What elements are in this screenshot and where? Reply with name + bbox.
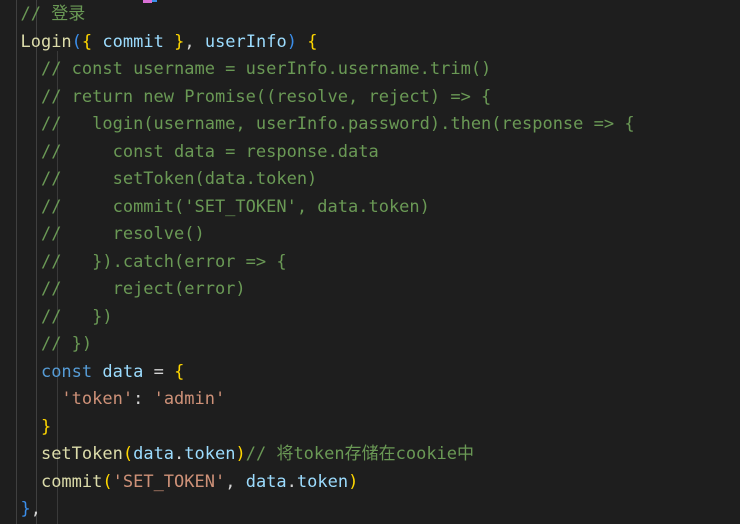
code-token: } [20, 499, 31, 519]
code-token: . [174, 444, 185, 464]
code-line[interactable]: const data = { [0, 359, 740, 387]
code-token: , [30, 499, 41, 519]
code-line[interactable]: // setToken(data.token) [0, 166, 740, 194]
code-token: ) [286, 31, 297, 52]
code-line[interactable]: // commit('SET_TOKEN', data.token) [0, 194, 740, 222]
code-line[interactable]: // }) [0, 331, 740, 359]
code-line[interactable]: setToken(data.token)// 将token存储在cookie中 [0, 441, 740, 469]
code-token: data [133, 444, 175, 464]
code-text-surface[interactable]: // 登录 Login({ commit }, userInfo) { // c… [0, 0, 740, 524]
code-token: . [286, 471, 297, 492]
code-token: ( [71, 31, 82, 52]
code-token: { [307, 31, 318, 52]
code-line[interactable]: // }).catch(error => { [0, 249, 740, 277]
code-token: // const data = response.data [40, 141, 379, 162]
code-token: 'admin' [153, 389, 226, 409]
code-line[interactable]: commit('SET_TOKEN', data.token) [0, 469, 740, 497]
code-token: } [174, 31, 185, 52]
code-token: const [40, 361, 93, 382]
code-token: setToken [40, 444, 123, 464]
code-token: : [133, 389, 144, 409]
code-token: { [174, 361, 185, 382]
code-line[interactable]: 'token': 'admin' [0, 386, 740, 414]
code-line[interactable]: // }) [0, 304, 740, 332]
code-token: ( [122, 444, 134, 464]
code-token: // login(username, userInfo.password).th… [40, 114, 635, 134]
code-editor-viewport[interactable]: // 登录 Login({ commit }, userInfo) { // c… [0, 0, 740, 524]
code-token: 'SET_TOKEN' [112, 471, 226, 492]
code-token: , [225, 471, 246, 492]
code-token: token [184, 444, 236, 464]
code-token: // setToken(data.token) [40, 169, 318, 189]
code-token: ) [235, 444, 246, 464]
code-token: // }) [40, 334, 93, 354]
code-token: } [40, 416, 52, 437]
code-line[interactable]: // reject(error) [0, 276, 740, 304]
code-line[interactable]: // const username = userInfo.username.tr… [0, 56, 740, 84]
code-token: // const username = userInfo.username.tr… [40, 59, 492, 79]
code-token: ) [348, 471, 359, 492]
code-line[interactable]: } [0, 414, 740, 442]
code-line[interactable]: // return new Promise((resolve, reject) … [0, 84, 740, 112]
code-token: data [102, 361, 144, 382]
code-token: // }).catch(error => { [40, 251, 287, 272]
code-token: 'token' [61, 389, 134, 409]
code-line[interactable]: // const data = response.data [0, 139, 740, 167]
code-token: data [245, 471, 287, 492]
code-line[interactable]: Login({ commit }, userInfo) { [0, 29, 740, 57]
code-token: userInfo [204, 31, 287, 52]
code-token: // }) [40, 306, 113, 327]
code-line[interactable]: // 登录 [0, 1, 740, 29]
code-token: = [153, 361, 164, 382]
code-token: // resolve() [40, 224, 205, 244]
code-token: { [81, 31, 93, 52]
code-token: // return new Promise((resolve, reject) … [40, 86, 492, 107]
code-token: commit [40, 471, 103, 492]
code-line[interactable]: }, [0, 496, 740, 524]
code-token: Login [20, 31, 72, 52]
code-token: // commit('SET_TOKEN', data.token) [40, 196, 430, 217]
code-token: // reject(error) [40, 279, 246, 299]
code-token: ( [102, 471, 113, 492]
code-token: commit [102, 31, 164, 52]
code-line[interactable]: // resolve() [0, 221, 740, 249]
code-token: // 将token存储在cookie中 [245, 444, 475, 464]
code-token: , [184, 31, 205, 52]
code-token: token [296, 471, 349, 492]
code-token: // 登录 [20, 4, 86, 24]
code-line[interactable]: // login(username, userInfo.password).th… [0, 111, 740, 139]
